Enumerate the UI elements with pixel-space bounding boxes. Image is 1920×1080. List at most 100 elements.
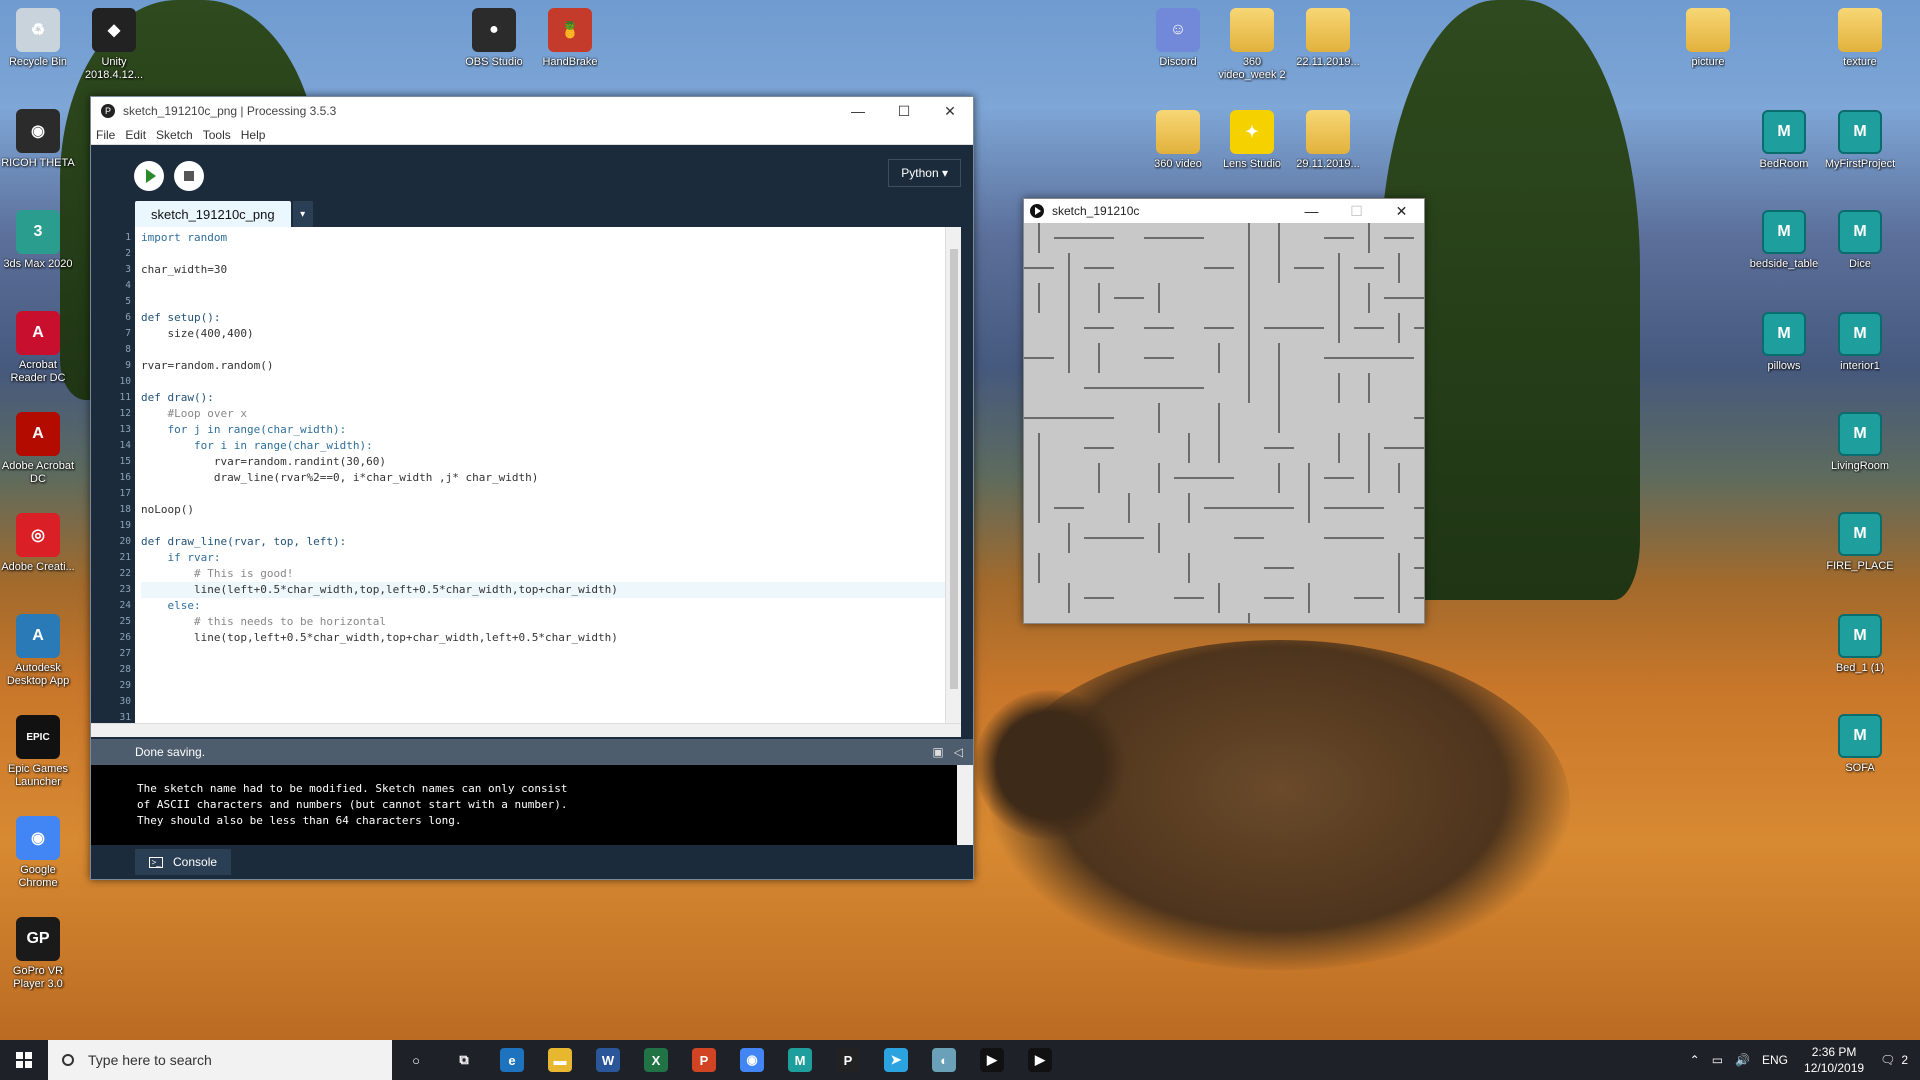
menu-tools[interactable]: Tools [203,128,231,142]
code-line[interactable]: def draw(): [141,390,945,406]
language-indicator[interactable]: ENG [1762,1053,1788,1067]
copy-icon[interactable]: ▣ [932,745,943,759]
code-line[interactable] [141,374,945,390]
menu-edit[interactable]: Edit [125,128,146,142]
code-line[interactable] [141,694,945,710]
minimize-button[interactable]: — [835,97,881,125]
desktop-icon[interactable]: 22.11.2019... [1290,8,1366,69]
tab-menu-button[interactable]: ▾ [292,201,313,227]
network-icon[interactable]: ▭ [1712,1053,1723,1067]
desktop-icon[interactable]: M MyFirstProject [1822,110,1898,171]
code-line[interactable] [141,342,945,358]
processing-titlebar[interactable]: P sketch_191210c_png | Processing 3.5.3 … [91,97,973,125]
desktop-icon[interactable]: A Autodesk Desktop App [0,614,76,688]
run-button[interactable] [134,161,164,191]
desktop-icon[interactable]: Mbedside_table [1746,210,1822,271]
notifications-icon[interactable]: 🗨 2 [1880,1053,1914,1067]
code-line[interactable] [141,662,945,678]
code-line[interactable] [141,678,945,694]
menu-file[interactable]: File [96,128,115,142]
code-line[interactable]: for i in range(char_width): [141,438,945,454]
code-line[interactable]: def draw_line(rvar, top, left): [141,534,945,550]
desktop-icon[interactable]: M FIRE_PLACE [1822,512,1898,573]
code-line[interactable] [141,518,945,534]
console-output[interactable]: The sketch name had to be modified. Sket… [91,765,961,845]
tray-chevron-icon[interactable]: ⌃ [1690,1053,1700,1067]
desktop-icon[interactable]: texture [1822,8,1898,69]
code-line[interactable]: noLoop() [141,502,945,518]
desktop-icon[interactable]: 3 3ds Max 2020 [0,210,76,271]
start-button[interactable] [0,1040,48,1080]
desktop-icon[interactable]: ◎ Adobe Creati... [0,513,76,574]
code-area[interactable]: import random char_width=30 def setup(): s… [135,227,945,723]
desktop-icon[interactable]: 360 video_week 2 [1214,8,1290,82]
close-button[interactable]: ✕ [927,97,973,125]
console-tab[interactable]: >_ Console [135,849,232,875]
code-line[interactable]: line(top,left+0.5*char_width,top+char_wi… [141,630,945,646]
taskbar-app-button[interactable]: P [680,1040,728,1080]
code-line[interactable] [141,294,945,310]
desktop-icon[interactable]: ◉ Google Chrome [0,816,76,890]
code-line[interactable] [141,278,945,294]
sketch-minimize-button[interactable]: — [1289,199,1334,223]
code-line[interactable]: for j in range(char_width): [141,422,945,438]
maximize-button[interactable]: ☐ [881,97,927,125]
desktop-icon[interactable]: M BedRoom [1746,110,1822,171]
desktop-icon[interactable]: 29.11.2019... [1290,110,1366,171]
taskbar-app-button[interactable]: W [584,1040,632,1080]
scrollbar-thumb[interactable] [950,249,958,689]
desktop-icon[interactable]: 🍍 HandBrake [532,8,608,69]
desktop-icon[interactable]: ♻ Recycle Bin [0,8,76,69]
code-line[interactable]: size(400,400) [141,326,945,342]
desktop-icon[interactable]: ◉ RICOH THETA [0,109,76,170]
code-line[interactable]: rvar=random.randint(30,60) [141,454,945,470]
code-line[interactable] [141,710,945,723]
console-scrollbar[interactable] [957,765,973,845]
desktop-icon[interactable]: Minterior1 [1822,312,1898,373]
volume-icon[interactable]: 🔊 [1735,1053,1750,1067]
code-line[interactable]: char_width=30 [141,262,945,278]
taskbar-app-button[interactable]: ➤ [872,1040,920,1080]
taskbar-app-button[interactable]: ◉ [728,1040,776,1080]
mode-selector[interactable]: Python ▾ [888,159,961,187]
desktop-icon[interactable]: M SOFA [1822,714,1898,775]
desktop-icon[interactable]: M Bed_1 (1) [1822,614,1898,675]
collapse-console-icon[interactable]: ◁ [954,745,963,759]
code-line[interactable]: draw_line(rvar%2==0, i*char_width ,j* ch… [141,470,945,486]
code-line[interactable]: else: [141,598,945,614]
editor-horizontal-scrollbar[interactable] [91,723,961,737]
sketch-titlebar[interactable]: sketch_191210c — ☐ ✕ [1024,199,1424,223]
code-line[interactable] [141,646,945,662]
desktop-icon[interactable]: ◆ Unity 2018.4.12... [76,8,152,82]
code-line[interactable]: # this needs to be horizontal [141,614,945,630]
desktop-icon[interactable]: M LivingRoom [1822,412,1898,473]
taskbar-search[interactable]: Type here to search [48,1040,392,1080]
desktop-icon[interactable]: ● OBS Studio [456,8,532,69]
stop-button[interactable] [174,161,204,191]
taskbar-app-button[interactable]: e [488,1040,536,1080]
code-line[interactable]: # This is good! [141,566,945,582]
desktop-icon[interactable]: A Adobe Acrobat DC [0,412,76,486]
code-line[interactable]: line(left+0.5*char_width,top,left+0.5*ch… [141,582,945,598]
code-line[interactable]: rvar=random.random() [141,358,945,374]
taskbar-app-button[interactable]: ◐ [920,1040,968,1080]
tab-sketch[interactable]: sketch_191210c_png [135,201,291,227]
code-line[interactable]: if rvar: [141,550,945,566]
desktop-icon[interactable]: EPIC Epic Games Launcher [0,715,76,789]
taskbar-app-button[interactable]: ○ [392,1040,440,1080]
menu-sketch[interactable]: Sketch [156,128,193,142]
editor-vertical-scrollbar[interactable] [945,227,961,723]
clock[interactable]: 2:36 PM 12/10/2019 [1804,1044,1864,1076]
desktop-icon[interactable]: picture [1670,8,1746,69]
taskbar-app-button[interactable]: ⧉ [440,1040,488,1080]
desktop-icon[interactable]: ☺ Discord [1140,8,1216,69]
taskbar-app-button[interactable]: ▶ [1016,1040,1064,1080]
taskbar-app-button[interactable]: X [632,1040,680,1080]
taskbar-app-button[interactable]: M [776,1040,824,1080]
desktop-icon[interactable]: GP GoPro VR Player 3.0 [0,917,76,991]
code-line[interactable] [141,246,945,262]
taskbar-app-button[interactable]: P [824,1040,872,1080]
code-line[interactable] [141,486,945,502]
desktop-icon[interactable]: 360 video [1140,110,1216,171]
desktop-icon[interactable]: A Acrobat Reader DC [0,311,76,385]
